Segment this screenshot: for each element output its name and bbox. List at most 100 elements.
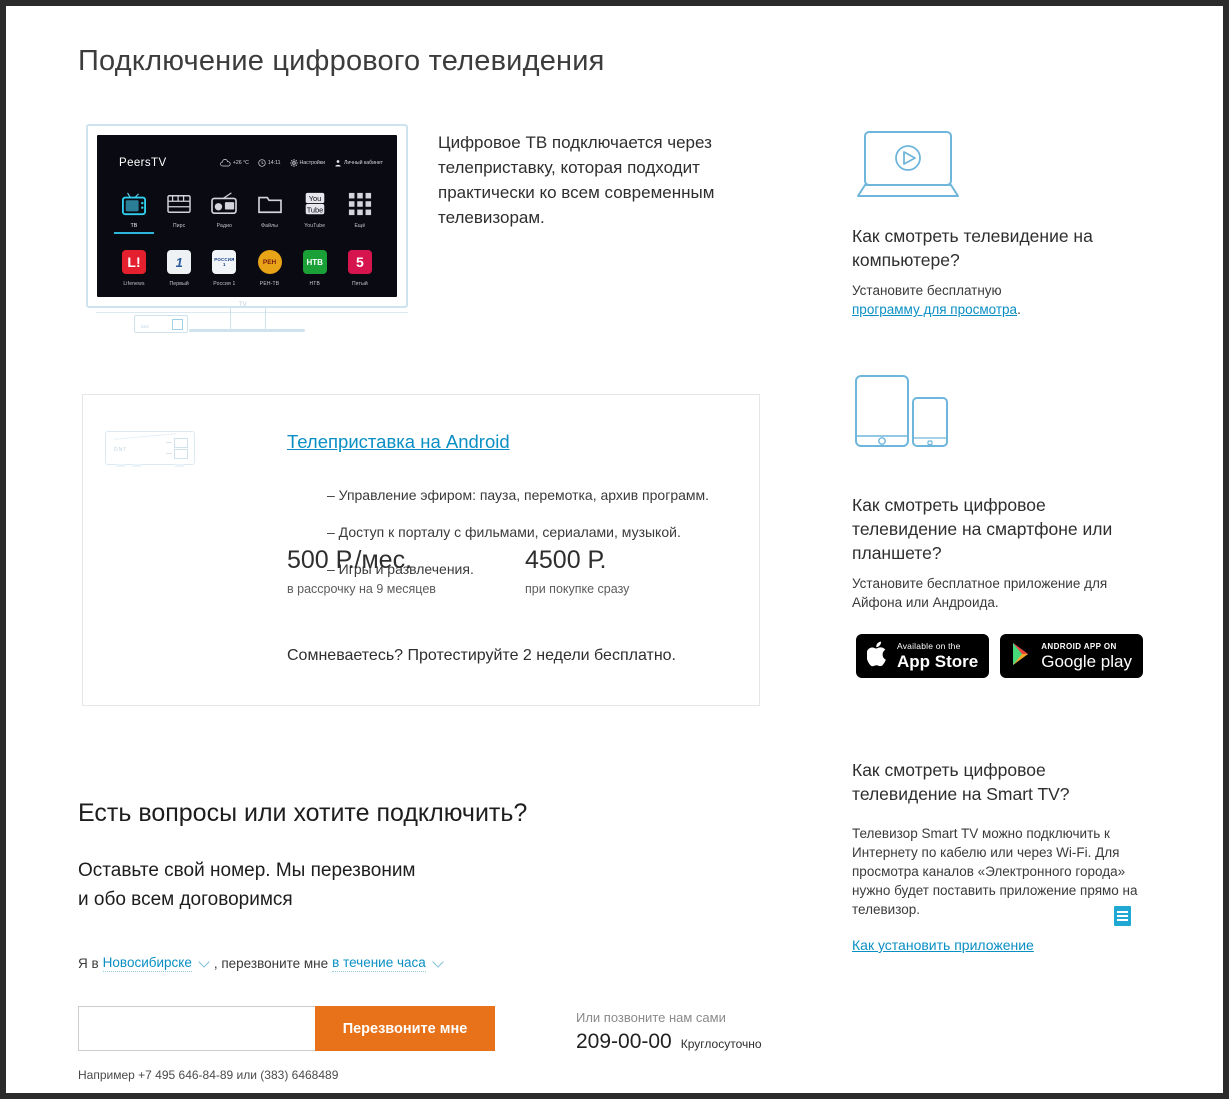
set-top-box-icon: DNT xyxy=(105,431,195,467)
badge-small-text: ANDROID APP ON xyxy=(1041,641,1117,651)
viewer-program-link[interactable]: программу для просмотра xyxy=(852,302,1017,317)
tv-menu-active-underline xyxy=(114,232,154,234)
install-app-link[interactable]: Как установить приложение xyxy=(852,937,1034,953)
price-note: в рассрочку на 9 месяцев xyxy=(287,581,436,596)
tv-channel-label: НТВ xyxy=(309,281,321,287)
call-us-number[interactable]: 209-00-00 xyxy=(576,1030,672,1054)
tv-channel-label: Пятый xyxy=(351,281,368,287)
tv-menu-label: YouTube xyxy=(304,223,326,229)
sidebar-heading: Как смотреть телевидение на компьютере? xyxy=(852,226,1093,270)
tv-channel-row: L! Lifenews 1 Первый РОССИЯ 1 Россия 1 Р… xyxy=(113,247,381,287)
timeframe-select[interactable]: в течение часа xyxy=(332,955,426,972)
sidebar-section-computer: Как смотреть телевидение на компьютере? … xyxy=(852,224,1142,319)
product-prices: 500 Р./мес. в рассрочку на 9 месяцев 450… xyxy=(287,546,763,596)
box-port xyxy=(174,449,188,459)
clock-value: 14:11 xyxy=(267,160,281,166)
tv-menu-item-files[interactable]: Файлы xyxy=(249,189,291,234)
folder-icon xyxy=(249,189,291,219)
box-dash xyxy=(166,442,172,443)
sidebar-heading: Как смотреть цифровое телевидение на сма… xyxy=(852,495,1113,563)
tv-channel-label: Первый xyxy=(169,281,189,287)
product-feature-item: – Управление эфиром: пауза, перемотка, а… xyxy=(327,487,710,503)
tv-channel-label: Россия 1 xyxy=(213,281,236,287)
laptop-play-icon xyxy=(854,130,972,202)
tv-channel-rentv[interactable]: РЕН РЕН-ТВ xyxy=(249,247,291,287)
page-root: Подключение цифрового телевидения PeersT… xyxy=(6,6,1223,1093)
product-card: DNT Телеприставка на Android – Управлени… xyxy=(82,394,760,706)
settings-entry[interactable]: Настройки xyxy=(289,159,325,167)
tv-stand-base xyxy=(189,329,305,332)
tv-icon xyxy=(113,189,155,219)
chevron-down-icon[interactable] xyxy=(198,955,210,968)
tv-menu-item-youtube[interactable]: You Tube YouTube xyxy=(294,189,336,234)
tv-menu-item-more[interactable]: Ещё xyxy=(339,189,381,234)
callback-form: Перезвоните мне xyxy=(78,1006,495,1051)
doc-line xyxy=(1117,919,1128,921)
channel-logo: РЕН xyxy=(249,247,291,277)
tv-menu-item-tv[interactable]: ТВ xyxy=(113,189,155,234)
tv-channel-label: РЕН-ТВ xyxy=(259,281,280,287)
account-entry[interactable]: Личный кабинет xyxy=(334,159,383,167)
tv-channel-perviy[interactable]: 1 Первый xyxy=(158,247,200,287)
tablet-phone-icon xyxy=(854,374,950,452)
tv-frame: PeersTV +26 °C 14:11 Настройки Личный ка… xyxy=(86,124,408,308)
product-title-link[interactable]: Телеприставка на Android xyxy=(287,431,510,453)
tv-menu-label: ТВ xyxy=(130,223,138,229)
call-us-title: Или позвоните нам сами xyxy=(576,1010,726,1025)
document-icon[interactable] xyxy=(1114,906,1131,926)
box-foot xyxy=(132,464,141,467)
gear-icon xyxy=(289,159,298,167)
google-play-text: ANDROID APP ON Google play xyxy=(1041,641,1132,670)
callback-submit-button[interactable]: Перезвоните мне xyxy=(315,1006,495,1051)
phone-input[interactable] xyxy=(78,1006,315,1051)
app-store-badge[interactable]: Available on the App Store xyxy=(856,634,990,678)
sidebar-heading: Как смотреть цифровое телевидение на Sma… xyxy=(852,760,1070,804)
channel-logo: 1 xyxy=(158,247,200,277)
set-top-box-under-tv-icon: DNT xyxy=(134,315,188,333)
tv-menu-row: ТВ Пирс Радио Файлы You Tube YouTube Ещё xyxy=(113,189,381,234)
tv-preview: PeersTV +26 °C 14:11 Настройки Личный ка… xyxy=(86,124,408,333)
channel-logo: L! xyxy=(113,247,155,277)
apple-icon xyxy=(866,641,889,672)
price-amount: 500 Р./мес. xyxy=(287,546,413,574)
product-feature-item: – Доступ к порталу с фильмами, сериалами… xyxy=(327,524,681,540)
tv-channel-lifenews[interactable]: L! Lifenews xyxy=(113,247,155,287)
play-triangle-icon xyxy=(1011,642,1033,671)
tv-screen: PeersTV +26 °C 14:11 Настройки Личный ка… xyxy=(97,135,397,297)
weather-value: +26 °C xyxy=(232,160,249,166)
badge-big-text: App Store xyxy=(897,651,979,671)
app-store-text: Available on the App Store xyxy=(897,642,978,670)
grid-icon xyxy=(339,189,381,219)
trial-note: Сомневаетесь? Протестируйте 2 недели бес… xyxy=(287,647,676,664)
tv-channel-ntv[interactable]: НТВ НТВ xyxy=(294,247,336,287)
box-highlight xyxy=(114,433,176,440)
box-foot xyxy=(116,464,125,467)
intro-paragraph: Цифровое ТВ подключается через телеприст… xyxy=(438,133,715,227)
tv-brand-label: PeersTV xyxy=(119,157,167,169)
tv-menu-label: Ещё xyxy=(354,223,366,229)
city-select[interactable]: Новосибирске xyxy=(102,955,192,972)
cta-heading: Есть вопросы или хотите подключить? xyxy=(78,799,528,827)
tv-menu-item-peers[interactable]: Пирс xyxy=(158,189,200,234)
tv-channel-label: Lifenews xyxy=(123,281,145,287)
price-installment: 500 Р./мес. в рассрочку на 9 месяцев xyxy=(287,546,525,596)
tv-channel-rossiya1[interactable]: РОССИЯ 1 Россия 1 xyxy=(203,247,245,287)
sidebar-text: Телевизор Smart TV можно подключить к Ин… xyxy=(852,826,1138,917)
cloud-icon xyxy=(220,159,231,167)
channel-logo: НТВ xyxy=(294,247,336,277)
box-brand-text: DNT xyxy=(114,447,128,453)
tv-channel-pyatiy[interactable]: 5 Пятый xyxy=(339,247,381,287)
call-us-block: Или позвоните нам сами 209-00-00 Круглос… xyxy=(576,1010,762,1054)
channel-logo: РОССИЯ 1 xyxy=(203,247,245,277)
channel-logo-text: 5 xyxy=(347,250,372,274)
box-foot xyxy=(175,464,184,467)
call-us-note: Круглосуточно xyxy=(680,1037,762,1051)
chevron-down-icon[interactable] xyxy=(432,955,444,968)
sidebar-section-smarttv: Как смотреть цифровое телевидение на Sma… xyxy=(852,758,1142,955)
cta-subheading-line1: Оставьте свой номер. Мы перезвоним xyxy=(78,860,416,881)
film-icon xyxy=(158,189,200,219)
svg-text:Tube: Tube xyxy=(306,205,323,214)
weather-indicator: +26 °C xyxy=(220,159,249,167)
tv-menu-item-radio[interactable]: Радио xyxy=(203,189,245,234)
google-play-badge[interactable]: ANDROID APP ON Google play xyxy=(1000,634,1143,678)
